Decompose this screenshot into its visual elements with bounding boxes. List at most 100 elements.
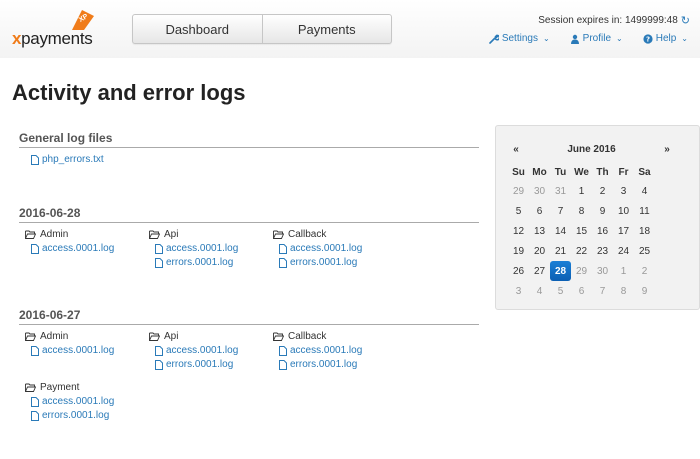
calendar-day[interactable]: 30: [592, 261, 613, 281]
logo[interactable]: XP xpayments: [12, 10, 112, 50]
calendar-month-label[interactable]: June 2016: [567, 144, 615, 155]
log-group-header: Callback: [273, 331, 391, 342]
settings-label: Settings: [501, 33, 538, 44]
nav-tab-payments[interactable]: Payments: [261, 15, 392, 43]
log-group-header: Admin: [25, 229, 143, 240]
log-group: Admin access.0001.log: [19, 229, 143, 268]
log-file-name: errors.0001.log: [42, 410, 110, 421]
refresh-icon[interactable]: ↻: [681, 14, 690, 27]
log-file-name: errors.0001.log: [166, 257, 234, 268]
log-file-name: errors.0001.log: [290, 257, 358, 268]
folder-open-icon: [25, 332, 36, 341]
calendar-day[interactable]: 20: [529, 241, 550, 261]
log-file-name: access.0001.log: [166, 243, 239, 254]
calendar-day[interactable]: 9: [634, 281, 655, 301]
log-group: Admin access.0001.log: [19, 331, 143, 370]
calendar-day[interactable]: 15: [571, 221, 592, 241]
calendar-day[interactable]: 4: [634, 181, 655, 201]
calendar-day[interactable]: 8: [571, 201, 592, 221]
log-file-link[interactable]: errors.0001.log: [279, 257, 391, 268]
calendar-day[interactable]: 2: [634, 261, 655, 281]
calendar-day[interactable]: 29: [508, 181, 529, 201]
calendar-day[interactable]: 6: [571, 281, 592, 301]
calendar-day[interactable]: 9: [592, 201, 613, 221]
log-group: Callback access.0001.log errors.0001.log: [267, 229, 391, 268]
calendar-day[interactable]: 7: [592, 281, 613, 301]
log-group: Api access.0001.log errors.0001.log: [143, 229, 267, 268]
calendar-day[interactable]: 1: [571, 181, 592, 201]
calendar-day[interactable]: 25: [634, 241, 655, 261]
log-file-link[interactable]: access.0001.log: [31, 396, 143, 407]
log-group-header: Api: [149, 331, 267, 342]
log-file-link[interactable]: access.0001.log: [279, 243, 391, 254]
calendar-day[interactable]: 12: [508, 221, 529, 241]
session-timer: Session expires in: 1499999:48 ↻: [538, 14, 690, 27]
calendar-day[interactable]: 29: [571, 261, 592, 281]
file-icon: [155, 359, 163, 370]
calendar-day[interactable]: 19: [508, 241, 529, 261]
calendar-day-selected[interactable]: 28: [550, 261, 571, 281]
calendar-day[interactable]: 17: [613, 221, 634, 241]
calendar-header: « June 2016 »: [508, 144, 675, 155]
log-file-name: access.0001.log: [42, 243, 115, 254]
folder-open-icon: [25, 383, 36, 392]
calendar-day[interactable]: 16: [592, 221, 613, 241]
file-icon: [31, 410, 39, 421]
calendar-day[interactable]: 14: [550, 221, 571, 241]
calendar-day[interactable]: 10: [613, 201, 634, 221]
calendar-day[interactable]: 27: [529, 261, 550, 281]
log-group-header: Api: [149, 229, 267, 240]
calendar-day[interactable]: 8: [613, 281, 634, 301]
calendar-day[interactable]: 24: [613, 241, 634, 261]
calendar-prev-button[interactable]: «: [508, 144, 524, 155]
calendar-day[interactable]: 11: [634, 201, 655, 221]
calendar-day[interactable]: 3: [613, 181, 634, 201]
calendar-day[interactable]: 6: [529, 201, 550, 221]
calendar-day[interactable]: 31: [550, 181, 571, 201]
calendar-day[interactable]: 13: [529, 221, 550, 241]
calendar-weekday: Th: [596, 166, 609, 178]
log-group: Payment access.0001.log errors.0001.log: [19, 382, 143, 421]
log-file-link[interactable]: access.0001.log: [155, 345, 267, 356]
calendar-day[interactable]: 4: [529, 281, 550, 301]
log-file-link[interactable]: access.0001.log: [31, 243, 143, 254]
calendar-day[interactable]: 1: [613, 261, 634, 281]
calendar-weekday: Su: [512, 166, 525, 178]
calendar-day[interactable]: 26: [508, 261, 529, 281]
log-file-link[interactable]: errors.0001.log: [155, 359, 267, 370]
log-file-link[interactable]: errors.0001.log: [155, 257, 267, 268]
log-group: Api access.0001.log errors.0001.log: [143, 331, 267, 370]
calendar-day[interactable]: 23: [592, 241, 613, 261]
log-file-link[interactable]: errors.0001.log: [31, 410, 143, 421]
calendar-weekday: Fr: [618, 166, 629, 178]
calendar-day[interactable]: 22: [571, 241, 592, 261]
calendar-day[interactable]: 7: [550, 201, 571, 221]
help-link[interactable]: ? Help ⌄: [643, 33, 688, 44]
log-group: Callback access.0001.log errors.0001.log: [267, 331, 391, 370]
profile-link[interactable]: Profile ⌄: [570, 33, 623, 44]
calendar-day[interactable]: 21: [550, 241, 571, 261]
calendar-day[interactable]: 5: [550, 281, 571, 301]
log-section-2016-06-27: 2016-06-27 Admin access.0001.log Api access.…: [19, 308, 479, 433]
profile-label: Profile: [582, 33, 612, 44]
calendar-day[interactable]: 18: [634, 221, 655, 241]
help-label: Help: [655, 33, 677, 44]
log-file-link[interactable]: php_errors.txt: [31, 154, 479, 165]
log-file-link[interactable]: access.0001.log: [279, 345, 391, 356]
calendar-day[interactable]: 30: [529, 181, 550, 201]
log-file-link[interactable]: access.0001.log: [155, 243, 267, 254]
calendar-day[interactable]: 3: [508, 281, 529, 301]
calendar-next-button[interactable]: »: [659, 144, 675, 155]
calendar-day[interactable]: 2: [592, 181, 613, 201]
file-icon: [155, 243, 163, 254]
file-icon: [31, 243, 39, 254]
log-file-name: errors.0001.log: [290, 359, 358, 370]
nav-tab-dashboard[interactable]: Dashboard: [133, 15, 262, 43]
calendar: « June 2016 » Su Mo Tu We Th Fr Sa 29 30 31 1 2 3 4 5 6…: [495, 125, 700, 310]
log-groups: Admin access.0001.log Api access.0001.log er…: [19, 229, 479, 280]
log-file-link[interactable]: access.0001.log: [31, 345, 143, 356]
log-file-link[interactable]: errors.0001.log: [279, 359, 391, 370]
settings-link[interactable]: Settings ⌄: [489, 33, 550, 44]
file-icon: [279, 359, 287, 370]
calendar-day[interactable]: 5: [508, 201, 529, 221]
